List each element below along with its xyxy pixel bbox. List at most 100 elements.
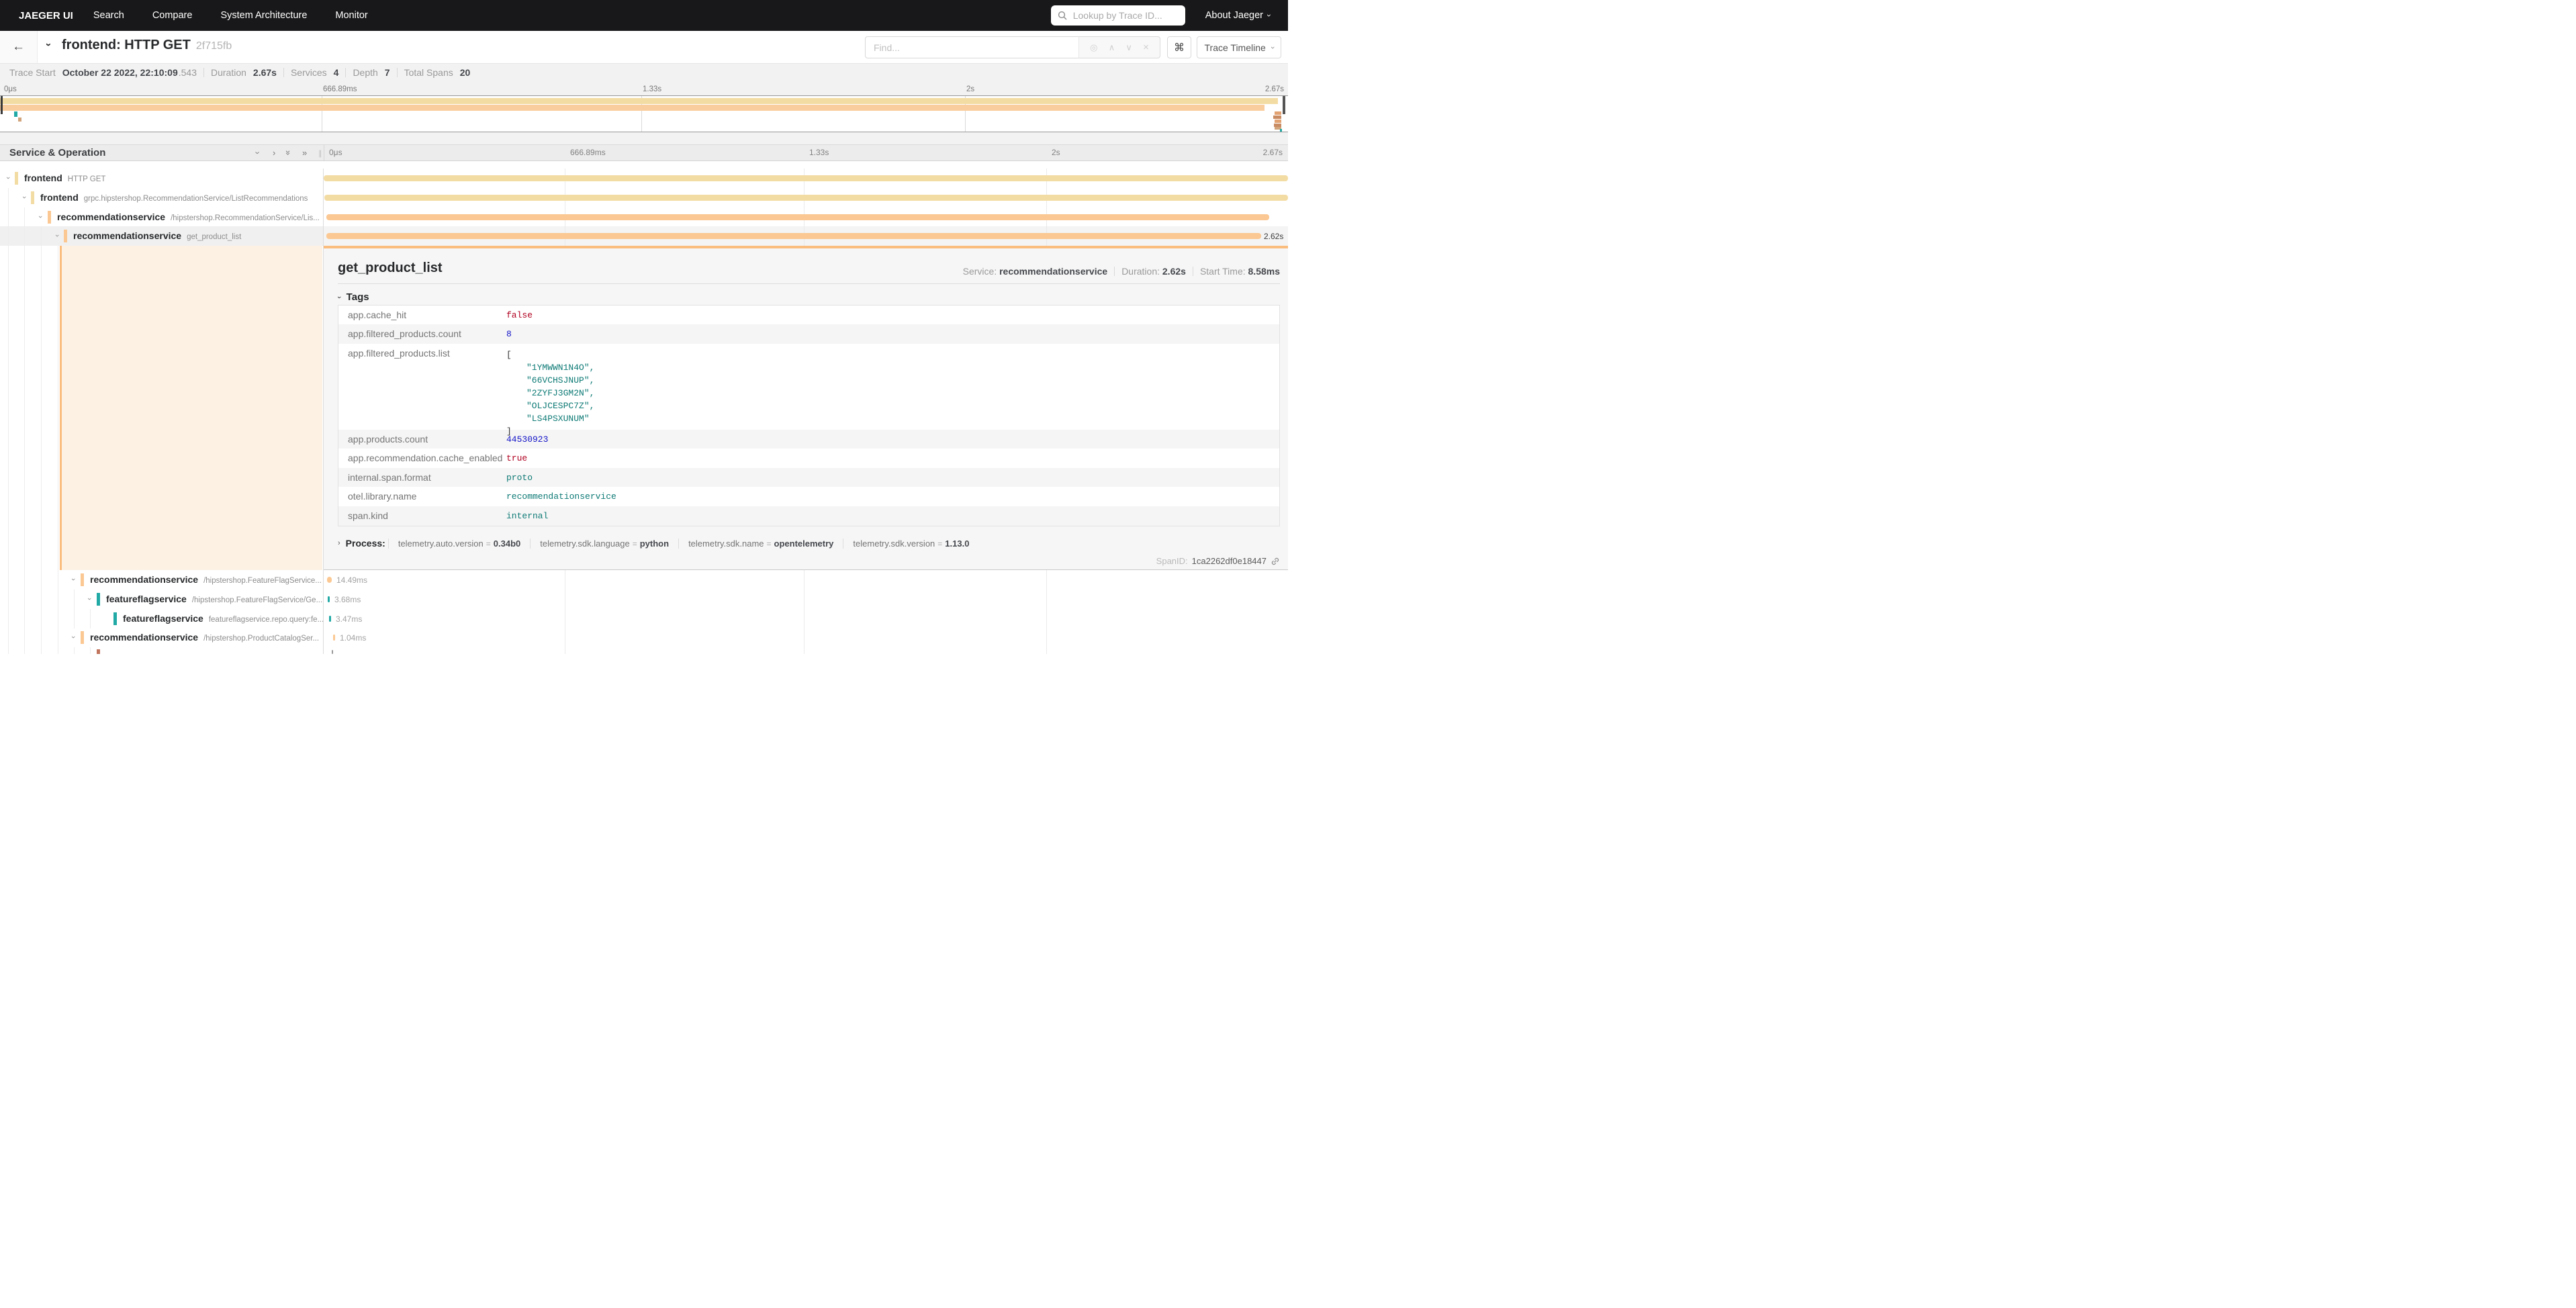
- column-resizer-handle[interactable]: ∥: [318, 149, 322, 158]
- trace-start-value: October 22 2022, 22:10:09: [62, 67, 178, 78]
- chevron-down-icon[interactable]: ›: [36, 216, 44, 218]
- span-row-frontend-httpget[interactable]: › frontendHTTP GET: [0, 169, 1288, 188]
- chevron-down-icon[interactable]: ›: [69, 636, 77, 639]
- trace-view-select[interactable]: Trace Timeline ›: [1197, 36, 1281, 58]
- minimap-span-recommendation: [0, 105, 1264, 111]
- span-bar-cell[interactable]: 1.04ms: [324, 628, 1288, 647]
- chevron-down-icon[interactable]: ›: [69, 578, 77, 581]
- trace-id-short: 2f715fb: [196, 40, 232, 52]
- span-row-frontend-grpc[interactable]: › frontendgrpc.hipstershop.Recommendatio…: [0, 188, 1288, 207]
- span-name-cell[interactable]: › frontendgrpc.hipstershop.Recommendatio…: [0, 188, 324, 207]
- minimap-tick-4: 2.67s: [1265, 85, 1284, 93]
- span-row-featureflag-repo-query[interactable]: featureflagservicefeatureflagservice.rep…: [0, 609, 1288, 628]
- process-item: telemetry.sdk.name=opentelemetry: [678, 539, 843, 549]
- span-bar[interactable]: [326, 233, 1261, 239]
- span-id-line: SpanID: 1ca2262df0e18447: [1156, 556, 1280, 566]
- header-tick-1: 666.89ms: [570, 148, 606, 157]
- collapse-trace-chevron-icon[interactable]: ›: [43, 43, 54, 46]
- focus-target-icon[interactable]: ◎: [1090, 42, 1097, 53]
- find-input[interactable]: [865, 36, 1078, 58]
- span-duration-label: 1.04ms: [340, 633, 366, 643]
- about-jaeger-menu[interactable]: About Jaeger ›: [1205, 10, 1271, 21]
- duration-label: Duration: [211, 67, 246, 78]
- span-name-cell[interactable]: › recommendationservice/hipstershop.Reco…: [0, 207, 324, 227]
- minimap-tick-3: 2s: [966, 85, 974, 93]
- span-bar[interactable]: [329, 616, 331, 622]
- header-tick-4: 2.67s: [1263, 148, 1283, 157]
- find-prev-icon[interactable]: ∧: [1109, 42, 1115, 53]
- process-accordion[interactable]: › Process: telemetry.auto.version=0.34b0…: [338, 538, 978, 549]
- expand-one-icon[interactable]: ›: [273, 148, 275, 158]
- span-bar-cell[interactable]: 14.49ms: [324, 570, 1288, 590]
- trace-title: frontend: HTTP GET2f715fb: [62, 38, 232, 53]
- detail-start-value: 8.58ms: [1248, 266, 1280, 277]
- timeline-minimap[interactable]: [0, 95, 1288, 132]
- span-name-cell[interactable]: › recommendationservice/hipstershop.Feat…: [0, 570, 324, 590]
- span-bar[interactable]: [327, 577, 332, 583]
- trace-start-label: Trace Start: [9, 67, 56, 78]
- span-bar[interactable]: [333, 635, 335, 641]
- span-bar[interactable]: [332, 650, 333, 654]
- find-controls: ◎ ∧ ∨ ×: [1078, 36, 1160, 58]
- depth-label: Depth: [353, 67, 377, 78]
- span-bar-cell[interactable]: [324, 207, 1288, 227]
- tags-accordion-header[interactable]: › Tags: [338, 291, 369, 303]
- span-bar-cell[interactable]: [324, 188, 1288, 207]
- nav-item-monitor[interactable]: Monitor: [335, 10, 367, 21]
- collapse-all-icon[interactable]: »: [283, 150, 293, 155]
- minimap-span-right-1: [1275, 111, 1281, 115]
- span-bar-cell[interactable]: [324, 647, 1288, 654]
- span-row-productcatalog[interactable]: › recommendationservice/hipstershop.Prod…: [0, 628, 1288, 647]
- span-name-cell[interactable]: › recommendationserviceget_product_list: [0, 226, 324, 246]
- detail-row-left-column: [0, 246, 324, 570]
- minimap-span-teal-left: [14, 111, 17, 117]
- span-row-featureflag-getflag[interactable]: › featureflagservice/hipstershop.Feature…: [0, 590, 1288, 609]
- span-bar-cell[interactable]: [324, 169, 1288, 188]
- find-next-icon[interactable]: ∨: [1125, 42, 1132, 53]
- chevron-down-icon[interactable]: ›: [85, 598, 93, 600]
- span-row-featureflag-parent[interactable]: › recommendationservice/hipstershop.Feat…: [0, 570, 1288, 590]
- chevron-down-icon[interactable]: ›: [53, 234, 61, 237]
- tag-list-value: [ "1YMWWN1N4O", "66VCHSJNUP", "2ZYFJ3GM2…: [506, 344, 594, 442]
- nav-item-system-architecture[interactable]: System Architecture: [220, 10, 307, 21]
- span-name-cell[interactable]: › recommendationservice/hipstershop.Prod…: [0, 628, 324, 647]
- span-name-cell[interactable]: › featureflagservice/hipstershop.Feature…: [0, 590, 324, 609]
- link-icon[interactable]: [1271, 557, 1280, 566]
- arrow-left-icon: ←: [12, 40, 25, 54]
- chevron-down-icon: ›: [1264, 14, 1274, 17]
- command-icon: ⌘: [1174, 41, 1185, 54]
- service-operation-header: Service & Operation: [9, 147, 105, 158]
- back-button[interactable]: ←: [0, 31, 38, 63]
- span-bar[interactable]: [324, 175, 1288, 181]
- span-bar[interactable]: [328, 596, 330, 602]
- span-name-cell[interactable]: [0, 647, 324, 654]
- nav-item-compare[interactable]: Compare: [152, 10, 193, 21]
- search-icon: [1058, 11, 1067, 20]
- minimap-scrubber-left[interactable]: [1, 96, 3, 114]
- span-row-partial[interactable]: [0, 647, 1288, 654]
- span-bar-cell[interactable]: 3.68ms: [324, 590, 1288, 609]
- chevron-right-icon: ›: [338, 539, 340, 547]
- span-name-cell[interactable]: › frontendHTTP GET: [0, 169, 324, 188]
- span-bar[interactable]: [324, 195, 1288, 201]
- chevron-down-icon[interactable]: ›: [20, 196, 28, 199]
- span-name-cell[interactable]: featureflagservicefeatureflagservice.rep…: [0, 609, 324, 628]
- nav-item-search[interactable]: Search: [93, 10, 124, 21]
- trace-id-lookup-input[interactable]: [1072, 9, 1179, 21]
- keyboard-shortcuts-button[interactable]: ⌘: [1167, 36, 1191, 58]
- minimap-scrubber-right[interactable]: [1283, 96, 1285, 114]
- span-row-recommendation-listrec[interactable]: › recommendationservice/hipstershop.Reco…: [0, 207, 1288, 227]
- expand-all-icon[interactable]: »: [302, 148, 307, 158]
- span-bar-cell[interactable]: 2.62s: [324, 226, 1288, 246]
- trace-id-lookup[interactable]: [1051, 5, 1185, 26]
- span-duration-label: 3.47ms: [336, 614, 362, 624]
- span-row-get-product-list[interactable]: › recommendationserviceget_product_list …: [0, 226, 1288, 246]
- chevron-down-icon[interactable]: ›: [4, 177, 12, 179]
- find-clear-icon[interactable]: ×: [1143, 42, 1149, 53]
- tag-row: span.kind internal: [338, 506, 1279, 526]
- trace-summary-and-minimap: Trace Start October 22 2022, 22:10:09.54…: [0, 63, 1288, 144]
- collapse-one-icon[interactable]: ›: [253, 151, 263, 154]
- span-bar[interactable]: [326, 214, 1269, 220]
- span-bar-cell[interactable]: 3.47ms: [324, 609, 1288, 628]
- header-tick-2: 1.33s: [809, 148, 829, 157]
